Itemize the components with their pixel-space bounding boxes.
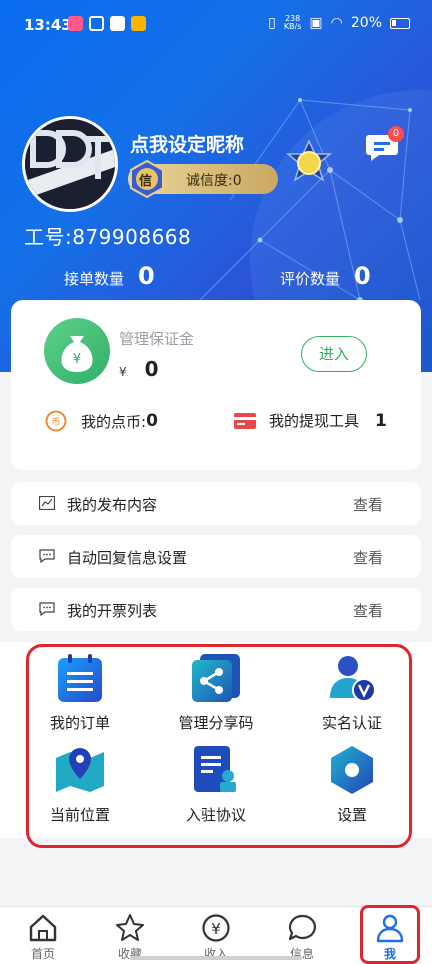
money-bag-icon: ¥ [44, 318, 110, 384]
reviews-value: 0 [354, 262, 371, 290]
view-link[interactable]: 查看 [353, 547, 383, 568]
card-icon [234, 412, 256, 429]
home-indicator [130, 956, 302, 960]
coins-row[interactable]: 币 我的点币: 0 [45, 410, 158, 432]
list-item-published[interactable]: 我的发布内容 查看 [11, 482, 421, 525]
chat-icon [288, 914, 316, 941]
svg-text:¥: ¥ [73, 352, 81, 367]
view-link[interactable]: 查看 [353, 494, 383, 515]
enter-button[interactable]: 进入 [301, 336, 367, 372]
svg-text:¥: ¥ [211, 920, 221, 938]
reviews-label: 评价数量 [280, 270, 341, 288]
app-notification-icon [89, 16, 104, 31]
message-badge: 0 [388, 126, 404, 142]
highlight-frame [26, 644, 412, 848]
list-item-label: 我的开票列表 [67, 602, 158, 620]
tab-label: 首页 [30, 947, 55, 961]
app-notification-icon [68, 16, 83, 31]
list-item-label: 我的发布内容 [67, 496, 158, 514]
comment-icon [39, 602, 55, 616]
work-id: 工号:879908668 [24, 225, 192, 249]
avatar[interactable] [22, 116, 118, 212]
credit-label: 诚信度:0 [186, 173, 242, 189]
bond-amount: ¥ 0 [119, 357, 159, 381]
view-link[interactable]: 查看 [353, 600, 383, 621]
home-icon [29, 914, 57, 942]
app-notification-icon [110, 16, 125, 31]
message-button[interactable]: 0 [366, 126, 404, 162]
status-right: ▯ 238 KB/s ▣ ◠ 20% [268, 15, 410, 31]
tools-value: 1 [375, 410, 387, 431]
nickname[interactable]: 点我设定昵称 [130, 130, 244, 157]
tab-home[interactable]: 首页 [13, 913, 73, 962]
chart-icon [39, 496, 55, 510]
tab-income[interactable]: ¥ 收入 [186, 913, 246, 962]
vibrate-icon: ▯ [268, 15, 276, 31]
comment-icon [39, 549, 55, 563]
status-time: 13:43 [24, 16, 72, 34]
bond-value: 0 [144, 357, 159, 381]
credit-pill[interactable]: 信 诚信度:0 [128, 160, 278, 198]
reviews-stat[interactable]: 评价数量 0 [280, 262, 371, 290]
credit-badge-text: 信 [139, 174, 153, 189]
list-item-auto-reply[interactable]: 自动回复信息设置 查看 [11, 535, 421, 578]
svg-text:币: 币 [51, 417, 60, 428]
notification-icons [68, 16, 146, 31]
list-item-label: 自动回复信息设置 [67, 549, 188, 567]
highlight-frame-tab [360, 905, 420, 964]
medal-icon[interactable] [284, 140, 334, 190]
withdraw-tools-row[interactable]: 我的提现工具 1 [233, 410, 387, 431]
orders-label: 接单数量 [64, 270, 125, 288]
coin-icon: 币 [45, 410, 67, 432]
sim-icon: ▣ [309, 15, 323, 31]
battery-percent: 20% [350, 15, 382, 31]
wallet-card: ¥ 管理保证金 ¥ 0 进入 币 我的点币: 0 我的提现工具 1 [11, 300, 421, 470]
tab-favorites[interactable]: 收藏 [100, 913, 160, 962]
list-item-invoices[interactable]: 我的开票列表 查看 [11, 588, 421, 631]
battery-icon [390, 17, 410, 29]
tab-messages[interactable]: 信息 [272, 913, 332, 962]
bond-currency: ¥ [119, 365, 127, 379]
coins-label: 我的点币: [81, 412, 147, 431]
net-speed: 238 KB/s [283, 14, 302, 31]
coins-value: 0 [146, 411, 158, 431]
bond-title: 管理保证金 [119, 330, 195, 348]
orders-stat[interactable]: 接单数量 0 [64, 262, 155, 290]
wifi-icon: ◠ [330, 15, 343, 31]
yuan-icon: ¥ [202, 914, 230, 942]
star-icon [116, 914, 144, 941]
orders-value: 0 [138, 262, 155, 290]
status-bar: 13:43 ▯ 238 KB/s ▣ ◠ 20% [0, 0, 432, 50]
weibo-icon [131, 16, 146, 31]
tools-label: 我的提现工具 [269, 412, 360, 430]
